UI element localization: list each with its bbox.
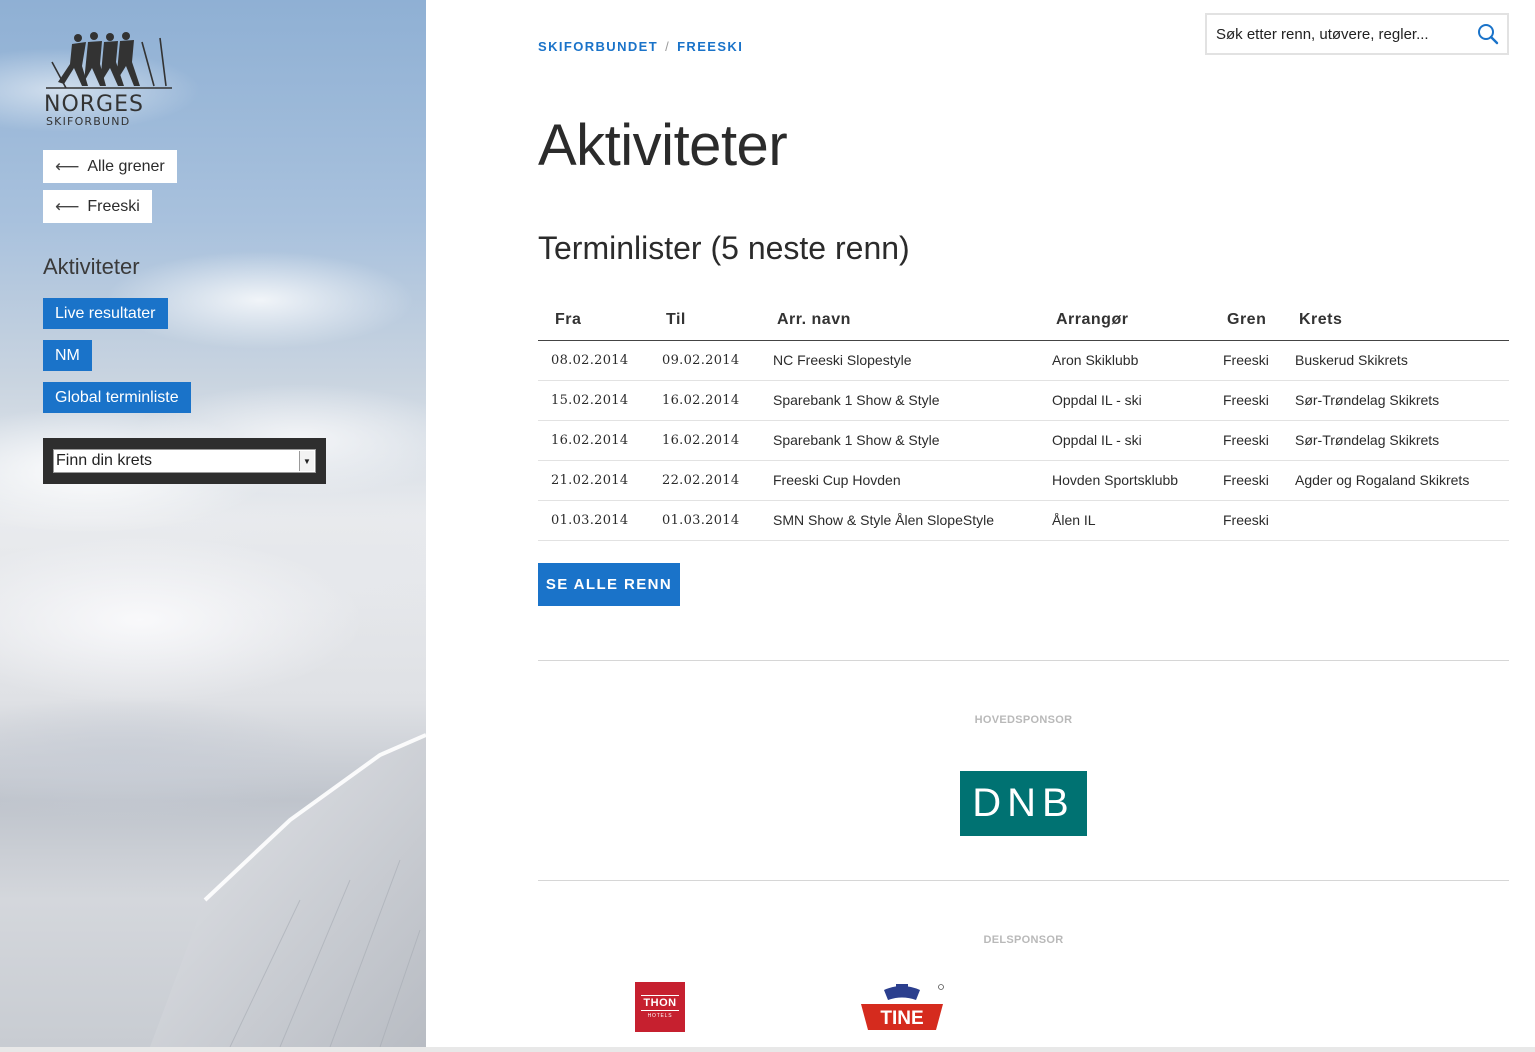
divider [538, 880, 1509, 881]
cell-arrangor: Hovden Sportsklubb [1039, 460, 1210, 501]
thon-hotels-logo[interactable]: THON HOTELS [635, 982, 685, 1032]
partner-sponsor-label: DELSPONSOR [983, 934, 1064, 946]
cell-til: 09.02.2014 [649, 340, 760, 381]
sidebar: NORGES SKIFORBUND ⟵ Alle grener ⟵ Freesk… [0, 0, 426, 1047]
cell-arrangor: Oppdal IL - ski [1039, 380, 1210, 421]
column-header-fra[interactable]: Fra [538, 300, 649, 341]
krets-select[interactable]: Finn din krets ▼ [53, 449, 316, 473]
tine-logo-text: TINE [880, 1008, 923, 1029]
search-input[interactable] [1207, 15, 1457, 53]
sidebar-link-global-terminliste[interactable]: Global terminliste [43, 382, 191, 413]
tine-logo[interactable]: TINE [858, 982, 946, 1032]
tine-crown-icon: TINE [861, 984, 944, 1030]
cell-til: 22.02.2014 [649, 460, 760, 501]
cell-krets: Buskerud Skikrets [1282, 340, 1509, 381]
logo-text-skiforbund: SKIFORBUND [46, 115, 131, 128]
breadcrumb: SKIFORBUNDET / FREESKI [538, 39, 743, 54]
back-link-freeski[interactable]: ⟵ Freeski [43, 190, 152, 223]
arrow-left-icon: ⟵ [55, 196, 80, 216]
sidebar-link-nm[interactable]: NM [43, 340, 92, 371]
table-row[interactable]: 15.02.2014 16.02.2014 Sparebank 1 Show &… [538, 380, 1509, 421]
bottom-scroll-edge [0, 1047, 1535, 1052]
thon-logo-subtext: HOTELS [647, 1013, 673, 1019]
column-header-gren[interactable]: Gren [1210, 300, 1282, 341]
cell-arr-navn[interactable]: Freeski Cup Hovden [760, 460, 1039, 501]
cell-arr-navn[interactable]: NC Freeski Slopestyle [760, 340, 1039, 381]
cell-krets [1282, 500, 1509, 541]
column-header-krets[interactable]: Krets [1282, 300, 1509, 341]
cell-fra: 15.02.2014 [538, 380, 649, 421]
sidebar-heading: Aktiviteter [43, 254, 140, 279]
breadcrumb-item-skiforbundet[interactable]: SKIFORBUNDET [538, 39, 658, 54]
cell-arrangor: Oppdal IL - ski [1039, 420, 1210, 461]
section-title: Terminlister (5 neste renn) [538, 230, 910, 266]
table-row[interactable]: 21.02.2014 22.02.2014 Freeski Cup Hovden… [538, 460, 1509, 501]
breadcrumb-item-freeski[interactable]: FREESKI [677, 39, 743, 54]
table-row[interactable]: 01.03.2014 01.03.2014 SMN Show & Style Å… [538, 500, 1509, 541]
krets-select-value: Finn din krets [56, 452, 153, 469]
page-title: Aktiviteter [538, 113, 788, 178]
cell-arrangor: Aron Skiklubb [1039, 340, 1210, 381]
breadcrumb-separator: / [665, 39, 671, 54]
table-row[interactable]: 16.02.2014 16.02.2014 Sparebank 1 Show &… [538, 420, 1509, 461]
divider [538, 660, 1509, 661]
skiers-logo-icon [46, 32, 172, 89]
cell-krets: Sør-Trøndelag Skikrets [1282, 420, 1509, 461]
search-icon[interactable] [1477, 23, 1499, 45]
cell-gren: Freeski [1210, 460, 1282, 501]
cell-fra: 21.02.2014 [538, 460, 649, 501]
race-table: Fra Til Arr. navn Arrangør Gren Krets 08… [538, 300, 1509, 541]
main-sponsor-label: HOVEDSPONSOR [974, 714, 1073, 726]
cell-gren: Freeski [1210, 500, 1282, 541]
back-link-label: Alle grener [87, 157, 165, 175]
cell-gren: Freeski [1210, 380, 1282, 421]
thon-logo-text: THON [641, 995, 679, 1011]
cell-arr-navn[interactable]: SMN Show & Style Ålen SlopeStyle [760, 500, 1039, 541]
sidebar-link-live-resultater[interactable]: Live resultater [43, 298, 168, 329]
table-row[interactable]: 08.02.2014 09.02.2014 NC Freeski Slopest… [538, 340, 1509, 381]
dnb-logo-text: DNB [972, 781, 1075, 825]
cell-arrangor: Ålen IL [1039, 500, 1210, 541]
column-header-arr-navn[interactable]: Arr. navn [760, 300, 1039, 341]
column-header-arrangor[interactable]: Arrangør [1039, 300, 1210, 341]
back-link-alle-grener[interactable]: ⟵ Alle grener [43, 150, 177, 183]
arrow-left-icon: ⟵ [55, 156, 80, 176]
column-header-til[interactable]: Til [649, 300, 760, 341]
cell-fra: 16.02.2014 [538, 420, 649, 461]
cell-til: 16.02.2014 [649, 380, 760, 421]
table-header-row: Fra Til Arr. navn Arrangør Gren Krets [538, 300, 1509, 341]
cell-arr-navn[interactable]: Sparebank 1 Show & Style [760, 420, 1039, 461]
cell-til: 01.03.2014 [649, 500, 760, 541]
cell-gren: Freeski [1210, 340, 1282, 381]
dropdown-arrow-icon[interactable]: ▼ [299, 451, 314, 471]
norges-skiforbund-logo[interactable]: NORGES SKIFORBUND [42, 32, 174, 128]
cell-fra: 01.03.2014 [538, 500, 649, 541]
cell-fra: 08.02.2014 [538, 340, 649, 381]
cell-til: 16.02.2014 [649, 420, 760, 461]
back-link-label: Freeski [87, 197, 140, 215]
dnb-logo[interactable]: DNB [960, 771, 1087, 836]
cell-gren: Freeski [1210, 420, 1282, 461]
cell-krets: Agder og Rogaland Skikrets [1282, 460, 1509, 501]
cell-arr-navn[interactable]: Sparebank 1 Show & Style [760, 380, 1039, 421]
cell-krets: Sør-Trøndelag Skikrets [1282, 380, 1509, 421]
search-box [1205, 13, 1509, 55]
krets-selector-container: Finn din krets ▼ [43, 438, 326, 484]
see-all-races-button[interactable]: SE ALLE RENN [538, 563, 680, 606]
logo-text-norges: NORGES [44, 92, 144, 117]
